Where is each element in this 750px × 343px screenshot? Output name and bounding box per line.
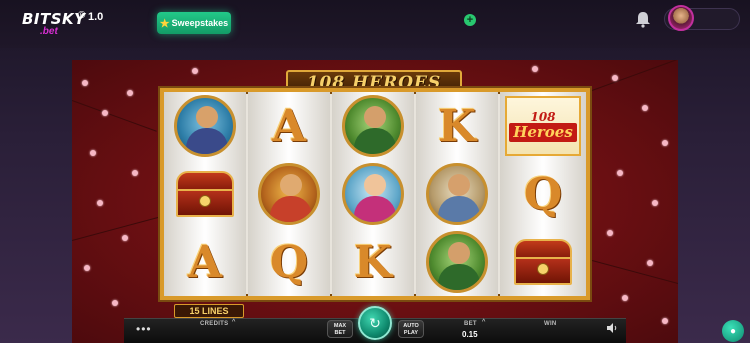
chat-icon: ● <box>729 325 737 337</box>
symbol-medallion <box>164 92 246 160</box>
symbol-medallion <box>248 160 330 228</box>
symbol-chest <box>500 228 586 296</box>
avatar[interactable] <box>668 5 694 31</box>
add-funds-button[interactable]: + <box>464 14 476 26</box>
reel-1: A <box>164 92 246 296</box>
max-bet-button[interactable]: MAX BET <box>327 320 353 338</box>
chevron-up-icon[interactable]: ^ <box>482 319 485 326</box>
warrior-medallion-icon <box>174 95 236 157</box>
auto-play-label-line2: PLAY <box>403 330 419 336</box>
blossom-decoration <box>102 110 108 116</box>
blossom-decoration <box>622 295 628 301</box>
logo-tile-word: Heroes <box>509 122 577 142</box>
blossom-decoration <box>662 140 668 146</box>
armored-warrior-medallion-icon <box>258 163 320 225</box>
reel-4: K <box>416 92 498 296</box>
blossom-decoration <box>122 235 128 241</box>
symbol-letter: Q <box>248 228 330 296</box>
treasure-chest-icon <box>512 239 574 285</box>
branch-decoration <box>72 216 160 241</box>
letter-a-symbol: A <box>187 236 223 288</box>
bell-icon[interactable] <box>633 9 653 29</box>
letter-k-symbol: K <box>353 236 393 288</box>
speaker-icon[interactable] <box>606 323 618 333</box>
green-warrior-medallion-icon <box>426 231 488 293</box>
blossom-decoration <box>192 68 198 74</box>
symbol-logo: 108 Heroes <box>500 92 586 160</box>
blossom-decoration <box>97 200 103 206</box>
game-canvas[interactable]: 108 HEROES A A Q K K 108 Heroes Q 15 LIN… <box>72 60 678 343</box>
reel-frame: A A Q K K 108 Heroes Q <box>160 88 590 300</box>
paylines-label: 15 LINES <box>174 304 244 318</box>
symbol-letter: K <box>416 92 498 160</box>
symbol-medallion <box>332 92 414 160</box>
symbol-medallion <box>416 228 498 296</box>
credits-label: CREDITS <box>200 321 229 327</box>
branch-decoration <box>591 60 677 91</box>
logo-tile-number: 108 <box>530 109 556 124</box>
blossom-decoration <box>647 260 653 266</box>
spin-icon: ↻ <box>369 314 381 331</box>
symbol-medallion <box>332 160 414 228</box>
reel-3: K <box>332 92 414 296</box>
blossom-decoration <box>112 300 118 306</box>
woman-warrior-medallion-icon <box>342 163 404 225</box>
treasure-chest-icon <box>174 171 236 217</box>
game-logo-symbol: 108 Heroes <box>505 96 581 156</box>
max-bet-label-line1: MAX <box>333 323 347 329</box>
star-icon: ★ <box>159 17 170 30</box>
spin-button[interactable]: ↻ <box>358 306 392 340</box>
blossom-decoration <box>612 75 618 81</box>
logo-registered-mark: ® <box>78 10 86 21</box>
chevron-up-icon[interactable]: ^ <box>232 319 235 326</box>
auto-play-label-line1: AUTO <box>403 323 419 329</box>
letter-q-symbol: Q <box>523 168 563 220</box>
chat-support-button[interactable]: ● <box>722 320 744 342</box>
symbol-letter: A <box>248 92 330 160</box>
symbol-letter: A <box>164 228 246 296</box>
letter-a-symbol: A <box>271 100 307 152</box>
reel-2: A Q <box>248 92 330 296</box>
logo-version: 1.0 <box>88 11 104 23</box>
blossom-decoration <box>82 80 88 86</box>
letter-k-symbol: K <box>437 100 477 152</box>
symbol-letter: K <box>332 228 414 296</box>
green-warrior-medallion-icon <box>342 95 404 157</box>
site-logo[interactable]: BITSKY .bet ® 1.0 <box>22 10 103 38</box>
win-label: WIN <box>544 321 557 327</box>
blossom-decoration <box>84 265 90 271</box>
menu-icon[interactable]: ••• <box>136 322 152 336</box>
blossom-decoration <box>90 150 96 156</box>
blossom-decoration <box>532 66 538 72</box>
branch-decoration <box>72 100 157 132</box>
symbol-letter: Q <box>500 160 586 228</box>
symbol-medallion <box>416 160 498 228</box>
sweepstakes-label: Sweepstakes <box>171 18 229 28</box>
logo-sub-text: .bet <box>40 26 58 37</box>
reel-5: 108 Heroes Q <box>500 92 586 296</box>
blossom-decoration <box>127 90 133 96</box>
letter-q-symbol: Q <box>269 236 309 288</box>
scholar-medallion-icon <box>426 163 488 225</box>
bet-value: 0.15 <box>462 330 478 339</box>
bet-label: BET <box>464 321 477 327</box>
branch-decoration <box>591 260 678 285</box>
symbol-chest <box>164 160 246 228</box>
blossom-decoration <box>662 318 668 324</box>
blossom-decoration <box>607 230 613 236</box>
auto-play-button[interactable]: AUTO PLAY <box>398 320 424 338</box>
sweepstakes-button[interactable]: ★ Sweepstakes <box>157 12 231 34</box>
blossom-decoration <box>617 170 623 176</box>
blossom-decoration <box>132 170 138 176</box>
max-bet-label-line2: BET <box>334 330 346 336</box>
blossom-decoration <box>652 200 658 206</box>
blossom-decoration <box>642 105 648 111</box>
